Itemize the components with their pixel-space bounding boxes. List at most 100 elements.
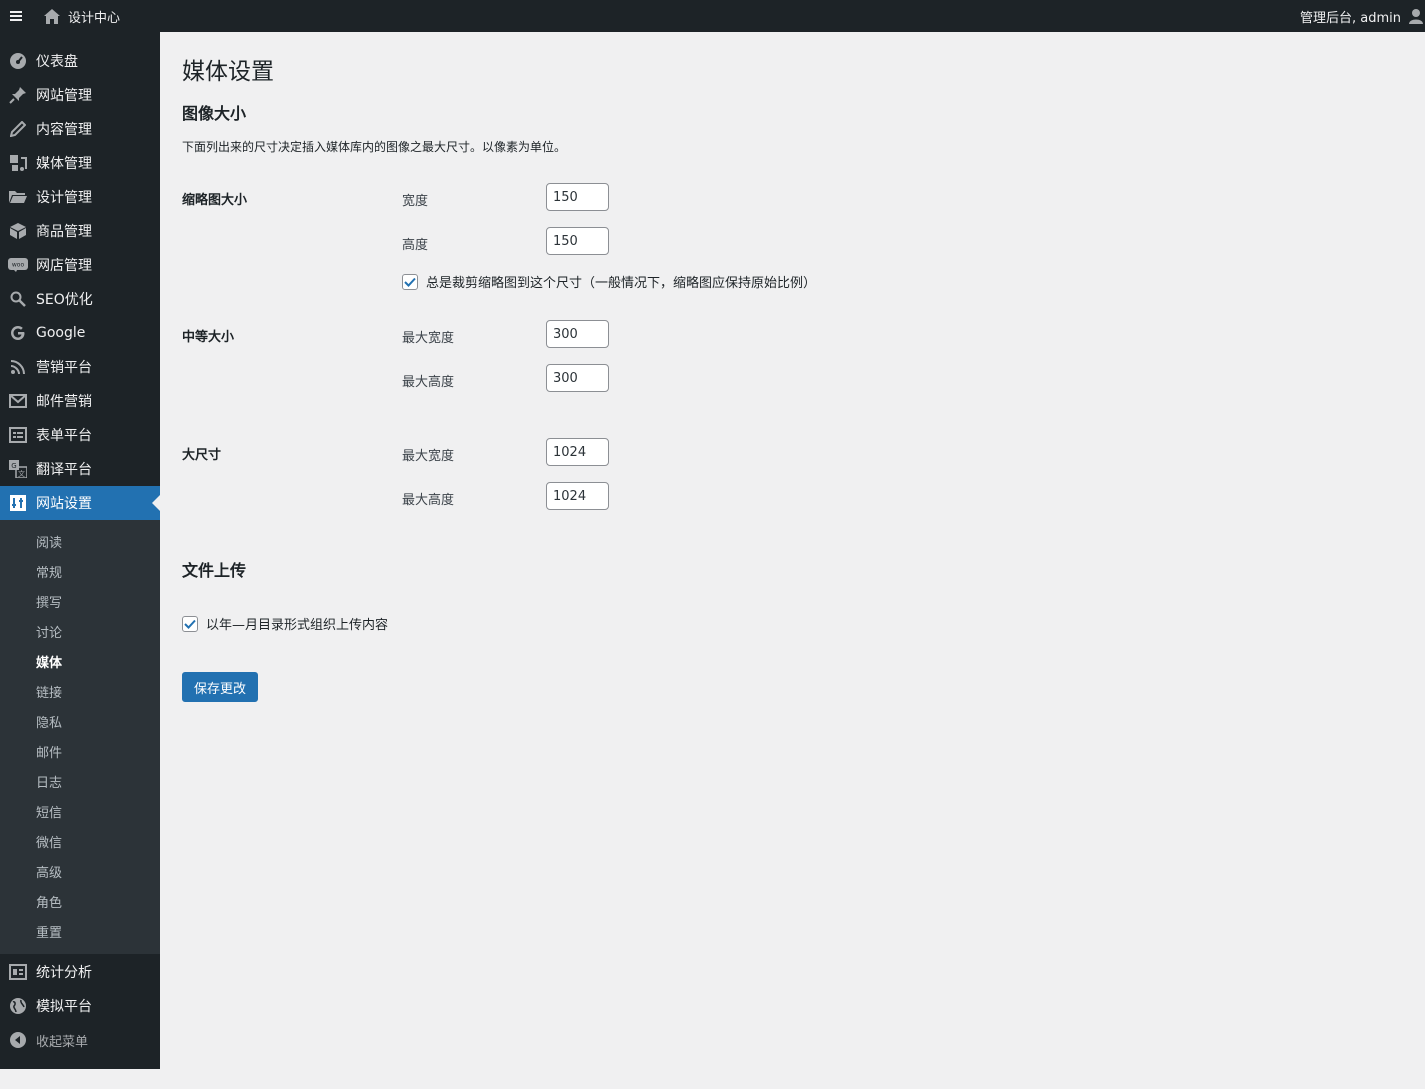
image-sizes-description: 下面列出来的尺寸决定插入媒体库内的图像之最大尺寸。以像素为单位。 (182, 140, 567, 154)
mail-icon (8, 391, 28, 411)
admin-bar: 设计中心 管理后台, admin (0, 0, 1425, 32)
large-height-label: 最大高度 (402, 493, 455, 508)
rss-icon (8, 357, 28, 377)
submenu-item-writing[interactable]: 撰写 (36, 586, 62, 616)
submenu-item-reset[interactable]: 重置 (36, 916, 62, 946)
sidebar-item-label: 模拟平台 (36, 999, 92, 1015)
thumbnail-height-label: 高度 (402, 238, 429, 253)
thumbnail-crop-option: 总是裁剪缩略图到这个尺寸（一般情况下，缩略图应保持原始比例） (402, 272, 816, 291)
checkmark-icon (404, 277, 416, 287)
submenu-item-mail[interactable]: 邮件 (36, 736, 62, 766)
svg-text:G: G (11, 462, 16, 470)
sidebar-item-label: 网店管理 (36, 258, 92, 274)
search-icon (8, 289, 28, 309)
organize-uploads-option: 以年—月目录形式组织上传内容 (182, 614, 388, 633)
settings-submenu: 阅读 常规 撰写 讨论 媒体 链接 隐私 邮件 日志 短信 微信 高级 角色 重… (0, 520, 160, 954)
folder-icon (8, 187, 28, 207)
thumbnail-size-label: 缩略图大小 (182, 193, 248, 208)
submenu-item-permalinks[interactable]: 链接 (36, 676, 62, 706)
submenu-item-privacy[interactable]: 隐私 (36, 706, 62, 736)
large-size-label: 大尺寸 (182, 448, 222, 463)
medium-height-input[interactable] (546, 364, 609, 392)
site-name: 设计中心 (68, 10, 121, 26)
translate-icon: 文G (8, 459, 28, 479)
large-width-input[interactable] (546, 438, 609, 466)
svg-text:woo: woo (12, 262, 25, 269)
account-label: 管理后台, admin (1300, 10, 1401, 26)
thumbnail-height-input[interactable] (546, 227, 609, 255)
sidebar-item-products[interactable]: 商品管理 (0, 214, 160, 248)
submenu-item-advanced[interactable]: 高级 (36, 856, 62, 886)
sidebar-item-statistics[interactable]: 统计分析 (0, 955, 160, 989)
google-icon (8, 323, 28, 343)
media-icon (8, 153, 28, 173)
box-icon (8, 221, 28, 241)
sidebar-item-label: 商品管理 (36, 224, 92, 240)
sidebar-item-label: 媒体管理 (36, 156, 92, 172)
submenu-item-roles[interactable]: 角色 (36, 886, 62, 916)
checkmark-icon (184, 619, 196, 629)
home-icon (44, 8, 60, 24)
sidebar-item-content[interactable]: 内容管理 (0, 112, 160, 146)
admin-sidebar: 仪表盘 网站管理 内容管理 媒体管理 设计管理 商品管理 woo 网店管理 SE… (0, 32, 160, 1069)
woo-icon: woo (8, 255, 28, 275)
sidebar-item-dashboard[interactable]: 仪表盘 (0, 44, 160, 78)
organize-uploads-checkbox[interactable] (182, 615, 198, 632)
user-avatar-icon (1409, 9, 1423, 24)
account-menu[interactable]: 管理后台, admin (1300, 0, 1425, 32)
sidebar-item-marketing[interactable]: 营销平台 (0, 350, 160, 384)
pin-icon (8, 85, 28, 105)
large-width-label: 最大宽度 (402, 449, 455, 464)
sidebar-item-shop[interactable]: woo 网店管理 (0, 248, 160, 282)
medium-size-label: 中等大小 (182, 330, 235, 345)
submenu-item-general[interactable]: 常规 (36, 556, 62, 586)
sidebar-item-simulation[interactable]: 模拟平台 (0, 989, 160, 1023)
thumbnail-width-label: 宽度 (402, 194, 429, 209)
submenu-item-reading[interactable]: 阅读 (36, 526, 62, 556)
sidebar-item-label: 网站设置 (36, 496, 92, 512)
sidebar-item-label: 网站管理 (36, 88, 92, 104)
globe-icon (8, 996, 28, 1016)
sidebar-item-site[interactable]: 网站管理 (0, 78, 160, 112)
sidebar-item-label: 营销平台 (36, 360, 92, 376)
submenu-item-media[interactable]: 媒体 (36, 646, 62, 676)
svg-text:文: 文 (18, 469, 25, 478)
collapse-menu-label: 收起菜单 (36, 1034, 89, 1050)
collapse-arrow-icon (8, 1030, 28, 1050)
page-title: 媒体设置 (182, 59, 274, 85)
sidebar-item-email[interactable]: 邮件营销 (0, 384, 160, 418)
submenu-item-wechat[interactable]: 微信 (36, 826, 62, 856)
thumbnail-width-input[interactable] (546, 183, 609, 211)
form-icon (8, 425, 28, 445)
submenu-item-sms[interactable]: 短信 (36, 796, 62, 826)
site-home-link[interactable]: 设计中心 (44, 0, 120, 32)
organize-uploads-label[interactable]: 以年—月目录形式组织上传内容 (206, 614, 388, 633)
sidebar-item-label: 翻译平台 (36, 462, 92, 478)
sidebar-item-label: 设计管理 (36, 190, 92, 206)
sidebar-item-forms[interactable]: 表单平台 (0, 418, 160, 452)
file-uploads-heading: 文件上传 (182, 561, 247, 580)
sidebar-item-media[interactable]: 媒体管理 (0, 146, 160, 180)
sidebar-item-label: 内容管理 (36, 122, 92, 138)
collapse-menu-button[interactable]: 收起菜单 (0, 1023, 160, 1057)
submenu-item-logs[interactable]: 日志 (36, 766, 62, 796)
sidebar-item-google[interactable]: Google (0, 316, 160, 350)
sidebar-item-label: SEO优化 (36, 292, 93, 308)
sidebar-item-label: 表单平台 (36, 428, 92, 444)
thumbnail-crop-checkbox[interactable] (402, 273, 418, 290)
pencil-icon (8, 119, 28, 139)
large-height-input[interactable] (546, 482, 609, 510)
sidebar-item-translate[interactable]: 文G 翻译平台 (0, 452, 160, 486)
sidebar-item-settings[interactable]: 网站设置 (0, 486, 160, 520)
thumbnail-crop-label[interactable]: 总是裁剪缩略图到这个尺寸（一般情况下，缩略图应保持原始比例） (426, 272, 816, 291)
sidebar-item-label: 邮件营销 (36, 394, 92, 410)
submenu-item-discussion[interactable]: 讨论 (36, 616, 62, 646)
sidebar-item-label: 统计分析 (36, 965, 92, 981)
medium-width-input[interactable] (546, 320, 609, 348)
menu-toggle-button[interactable] (10, 0, 22, 32)
sidebar-item-seo[interactable]: SEO优化 (0, 282, 160, 316)
medium-width-label: 最大宽度 (402, 331, 455, 346)
save-changes-button[interactable]: 保存更改 (182, 672, 259, 702)
sidebar-item-design[interactable]: 设计管理 (0, 180, 160, 214)
dashboard-icon (8, 51, 28, 71)
